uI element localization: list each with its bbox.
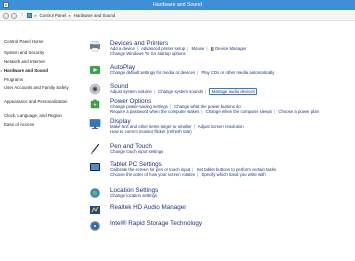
tablet-icon — [90, 163, 100, 171]
window-title: Hardware and Sound — [152, 1, 203, 8]
link-change-system-sounds[interactable]: Change system sounds — [158, 89, 203, 94]
category-links: Choose the order of how your screen rota… — [110, 172, 266, 177]
realtek-icon — [90, 206, 100, 214]
category-links: Adjust system volume | Change system soun… — [110, 88, 354, 95]
nav-item-system-and-security[interactable]: System and Security — [4, 50, 78, 55]
link-hand-you-write[interactable]: Specify which hand you write with — [201, 172, 265, 177]
category-links: Change default settings for media or dev… — [110, 70, 275, 75]
current-item-bullet: • — [0, 68, 2, 73]
link-change-location-settings[interactable]: Change location settings — [110, 193, 157, 198]
link-touch-input-settings[interactable]: Change touch input settings — [110, 149, 163, 154]
breadcrumb-hardware-and-sound[interactable]: Hardware and Sound — [74, 13, 116, 18]
link-change-default-settings[interactable]: Change default settings for media or dev… — [110, 70, 195, 75]
link-play-cds[interactable]: Play CDs or other media automatically — [201, 70, 274, 75]
nav-item-ease-of-access[interactable]: Ease of Access — [4, 122, 78, 127]
speaker-icon — [89, 83, 101, 95]
nav-item-control-panel-home[interactable]: Control Panel Home — [4, 39, 78, 44]
left-navigation: Control Panel Home System and Security N… — [0, 21, 82, 261]
location-folder-icon — [27, 13, 32, 18]
link-screen-rotates[interactable]: Choose the order of how your screen rota… — [110, 172, 195, 177]
nav-item-clock-language-region[interactable]: Clock, Language, and Region — [4, 113, 78, 118]
link-choose-power-plan[interactable]: Choose a power plan — [278, 109, 319, 114]
autoplay-icon — [90, 66, 100, 74]
back-button[interactable]: ← — [3, 12, 9, 19]
battery-icon — [90, 99, 100, 109]
category-links: How to correct monitor flicker (refresh … — [110, 129, 354, 135]
breadcrumb-control-panel[interactable]: Control Panel — [39, 13, 66, 18]
category-links: Change Windows To Go startup options — [110, 51, 354, 57]
nav-item-hardware-and-sound: • Hardware and Sound — [0, 68, 78, 73]
breadcrumb: ▸ Control Panel ▸ Hardware and Sound — [34, 13, 116, 19]
display-icon — [89, 119, 101, 129]
address-bar: ← → ↑ ▸ Control Panel ▸ Hardware and Sou… — [0, 10, 355, 21]
printer-icon — [90, 41, 100, 52]
pen-icon — [90, 143, 100, 155]
nav-item-appearance[interactable]: Appearance and Personalization — [4, 99, 78, 104]
link-require-password[interactable]: Require a password when the computer wak… — [110, 109, 199, 114]
uac-shield-icon — [210, 46, 215, 51]
location-icon — [90, 188, 100, 198]
nav-item-programs[interactable]: Programs — [4, 77, 78, 82]
category-links: Change location settings — [110, 193, 354, 199]
nav-item-network-and-internet[interactable]: Network and Internet — [4, 59, 78, 64]
forward-button[interactable]: → — [11, 12, 17, 19]
up-button[interactable]: ↑ — [19, 12, 25, 19]
link-monitor-flicker[interactable]: How to correct monitor flicker (refresh … — [110, 129, 192, 134]
intel-storage-icon — [90, 221, 100, 231]
link-adjust-system-volume[interactable]: Adjust system volume — [110, 89, 152, 94]
link-manage-audio-devices[interactable]: Manage audio devices — [209, 88, 258, 95]
category-links: Require a password when the computer wak… — [110, 109, 319, 114]
nav-item-user-accounts[interactable]: User Accounts and Family Safety — [4, 85, 78, 90]
nav-item-label: Hardware and Sound — [4, 68, 48, 73]
main-content: Devices and Printers Add a device | Advan… — [82, 21, 355, 261]
category-title[interactable]: Realtek HD Audio Manager — [110, 204, 186, 211]
title-bar: Hardware and Sound — [0, 0, 355, 10]
link-computer-sleeps[interactable]: Change when the computer sleeps — [206, 109, 272, 114]
link-windows-to-go[interactable]: Change Windows To Go startup options — [110, 51, 186, 56]
category-links: Change touch input settings — [110, 149, 354, 155]
category-title[interactable]: Intel® Rapid Storage Technology — [110, 220, 202, 227]
